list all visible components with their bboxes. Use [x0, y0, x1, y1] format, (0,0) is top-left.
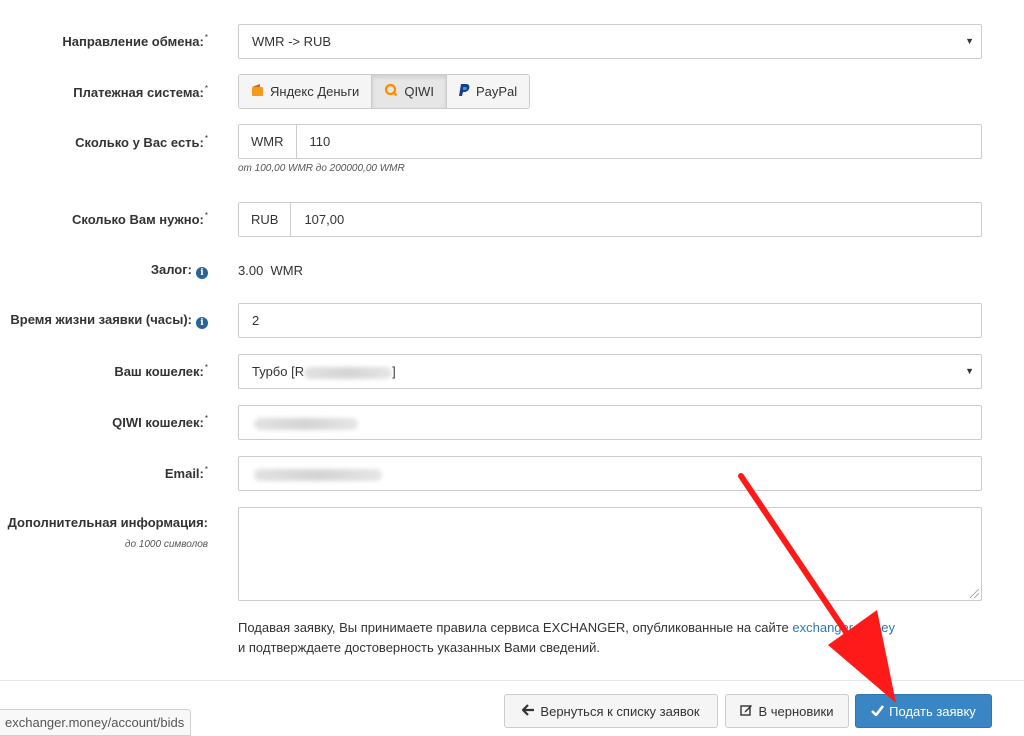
- redacted-email: [254, 468, 382, 481]
- have-amount-label: Сколько у Вас есть:*: [75, 134, 208, 150]
- have-amount-help: от 100,00 WMR до 200000,00 WMR: [238, 163, 405, 174]
- edit-icon: [740, 703, 753, 719]
- need-amount-value[interactable]: 107,00: [291, 203, 344, 236]
- extra-info-textarea[interactable]: [238, 507, 982, 601]
- terms-link[interactable]: exchanger.money: [792, 620, 895, 635]
- wallet-value-prefix: Турбо [R: [252, 364, 305, 379]
- have-currency-addon: WMR: [239, 125, 297, 158]
- deposit-label: Залог: i: [151, 262, 208, 279]
- paypal-icon: [458, 83, 470, 100]
- extra-info-label: Дополнительная информация:: [7, 515, 208, 530]
- redacted-wallet-number: [304, 366, 393, 379]
- yandex-money-icon: [251, 83, 264, 100]
- qiwi-icon: [384, 83, 398, 100]
- payment-option-label: PayPal: [475, 84, 518, 99]
- status-bar-url: exchanger.money/account/bids: [0, 709, 192, 736]
- arrow-left-icon: [521, 703, 535, 719]
- direction-label: Направление обмена:*: [62, 33, 208, 49]
- payment-option-label: QIWI: [404, 84, 434, 99]
- wallet-value-suffix: ]: [392, 364, 396, 379]
- payment-system-group: Яндекс Деньги QIWI PayPal: [238, 74, 531, 109]
- wallet-label: Ваш кошелек:*: [114, 363, 208, 379]
- direction-value: WMR -> RUB: [252, 34, 332, 49]
- direction-select[interactable]: WMR -> RUB ▼: [238, 24, 982, 59]
- qiwi-wallet-label: QIWI кошелек:*: [112, 414, 208, 430]
- back-to-list-button[interactable]: Вернуться к списку заявок: [504, 694, 718, 728]
- redacted-qiwi-number: [254, 417, 358, 430]
- have-amount-input-group[interactable]: WMR 110: [238, 124, 982, 159]
- email-label: Email:*: [164, 465, 208, 481]
- payment-system-label: Платежная система:*: [73, 84, 208, 100]
- footer-divider: [0, 680, 1024, 681]
- dropdown-arrow-icon: ▼: [965, 36, 974, 46]
- wallet-select[interactable]: Турбо [R] ▼: [238, 354, 982, 389]
- dropdown-arrow-icon: ▼: [965, 366, 974, 376]
- payment-option-label: Яндекс Деньги: [270, 84, 360, 99]
- lifetime-label: Время жизни заявки (часы): i: [10, 312, 208, 329]
- check-icon: [871, 704, 885, 719]
- info-icon[interactable]: i: [196, 317, 208, 329]
- email-input[interactable]: [238, 456, 982, 491]
- lifetime-input[interactable]: 2: [238, 303, 982, 338]
- payment-option-yandex[interactable]: Яндекс Деньги: [239, 75, 373, 108]
- need-amount-label: Сколько Вам нужно:*: [71, 211, 208, 227]
- have-amount-value[interactable]: 110: [297, 125, 331, 158]
- qiwi-wallet-input[interactable]: [238, 405, 982, 440]
- need-currency-addon: RUB: [239, 203, 292, 236]
- payment-option-paypal[interactable]: PayPal: [446, 75, 530, 108]
- terms-text: Подавая заявку, Вы принимаете правила се…: [238, 620, 895, 655]
- resize-handle-icon[interactable]: [970, 589, 979, 598]
- lifetime-value: 2: [252, 313, 260, 328]
- need-amount-input-group[interactable]: RUB 107,00: [238, 202, 982, 237]
- deposit-value: 3.00 WMR: [238, 263, 304, 278]
- payment-option-qiwi[interactable]: QIWI: [372, 75, 447, 108]
- info-icon[interactable]: i: [196, 267, 208, 279]
- extra-info-hint: до 1000 символов: [124, 539, 208, 550]
- submit-bid-button[interactable]: Подать заявку: [855, 694, 992, 728]
- save-draft-button[interactable]: В черновики: [725, 694, 849, 728]
